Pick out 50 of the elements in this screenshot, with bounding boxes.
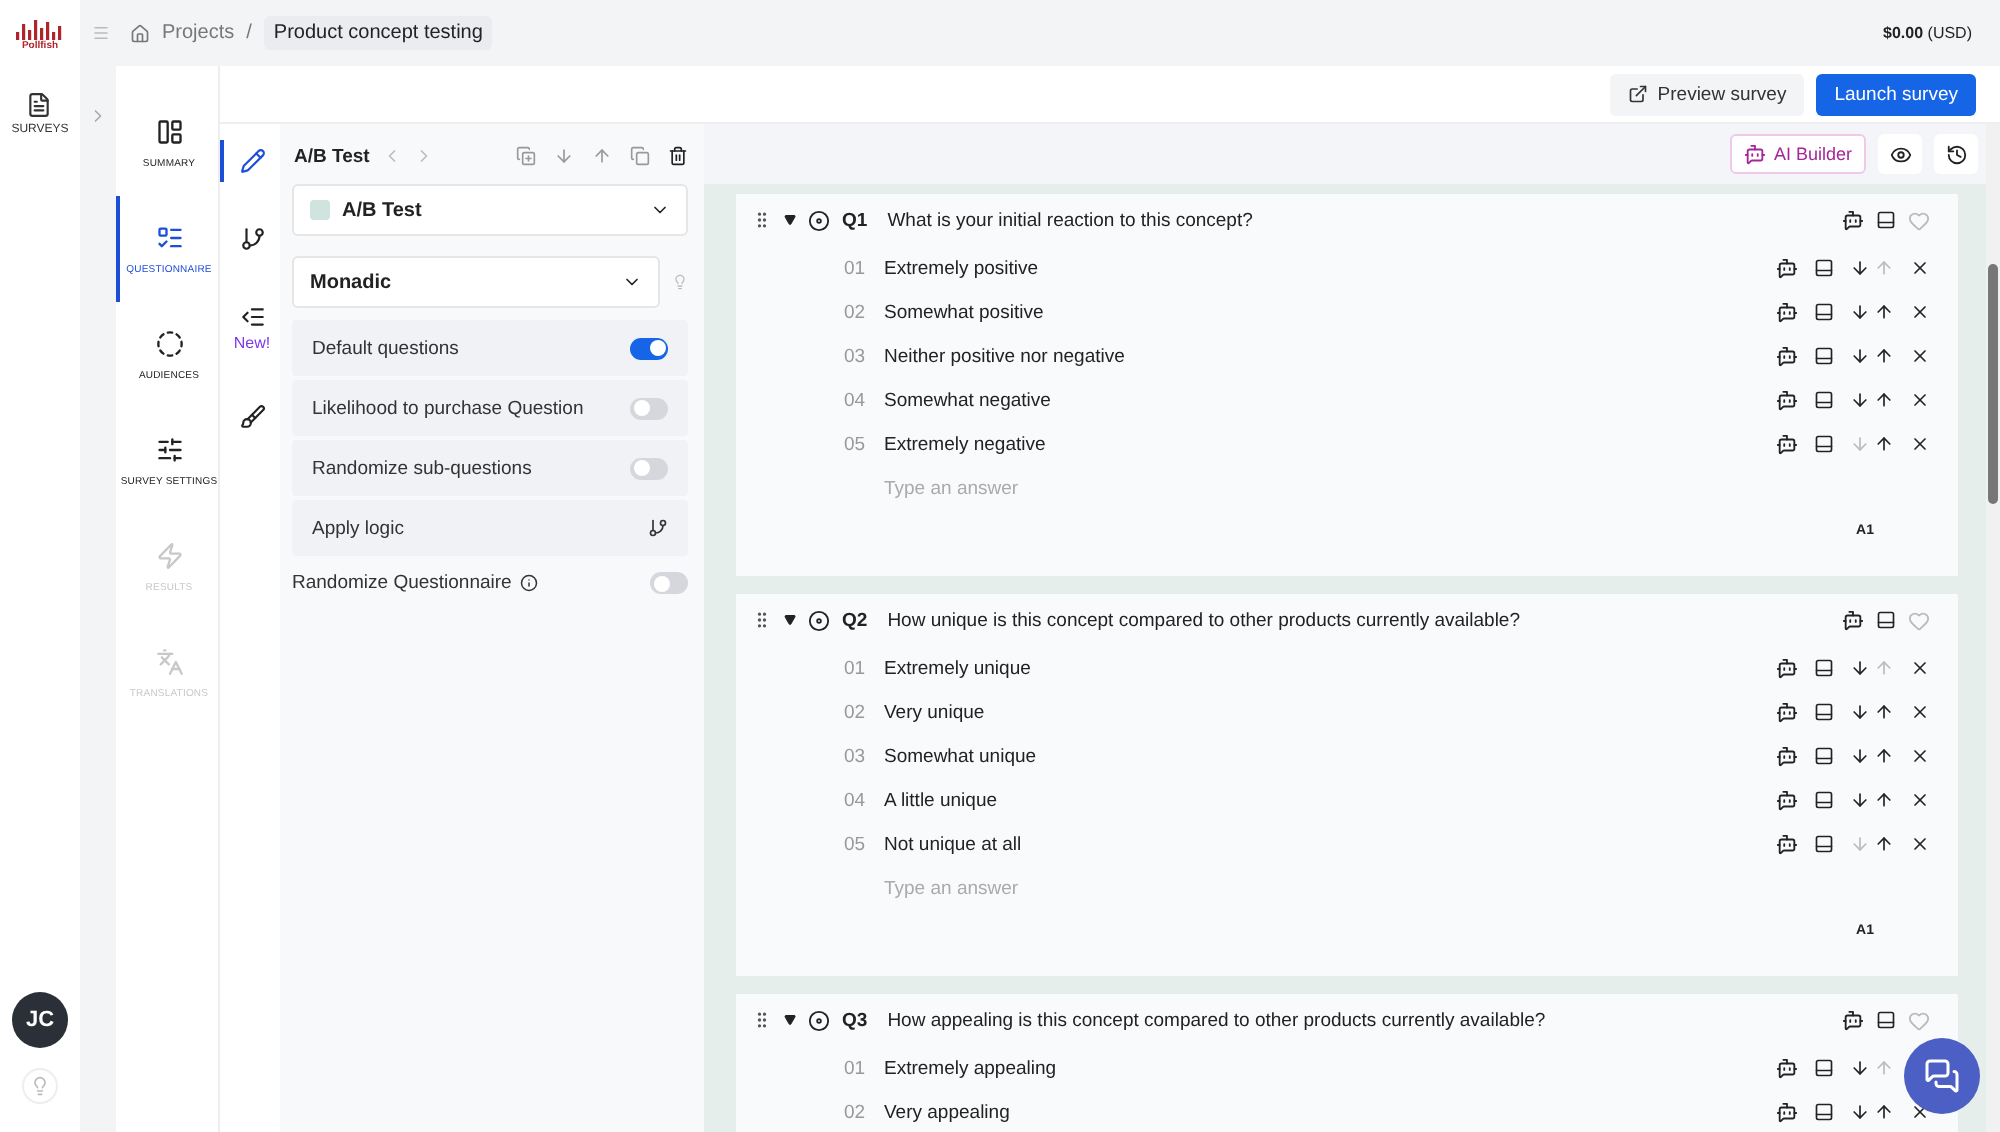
question-text[interactable]: What is your initial reaction to this concept? (887, 209, 1253, 231)
panel-title: A/B Test (294, 145, 370, 167)
answer-number: 03 (844, 345, 868, 367)
breadcrumb-item[interactable]: Projects (162, 22, 235, 44)
question-number: Q2 (842, 609, 868, 631)
answer-number: 01 (844, 1057, 868, 1079)
answer-number: 01 (844, 257, 868, 279)
breadcrumb-separator: / (246, 22, 252, 44)
option-label: Apply logic (312, 517, 404, 539)
answer-number: 02 (844, 701, 868, 723)
option-label: Likelihood to purchase Question (312, 397, 584, 419)
answer-text[interactable]: Very appealing (884, 1101, 1010, 1123)
balance-text: $0.00 (USD) (1883, 24, 1972, 42)
answer-input[interactable]: Type an answer (884, 866, 1284, 910)
ai-builder-button[interactable]: AI Builder (1729, 134, 1866, 174)
answer-text[interactable]: Somewhat unique (884, 745, 1037, 767)
answer-number: 05 (844, 833, 868, 855)
answer-number: 03 (844, 745, 868, 767)
answer-number: 01 (844, 657, 868, 679)
answer-number: 04 (844, 389, 868, 411)
answer-text[interactable]: A little unique (884, 789, 998, 811)
preview-button[interactable]: Preview survey (1609, 73, 1805, 115)
answer-number: 02 (844, 301, 868, 323)
option-label: Default questions (312, 337, 459, 359)
answer-text[interactable]: Extremely negative (884, 433, 1046, 455)
question-number: Q1 (842, 209, 868, 231)
method-select[interactable]: Monadic (292, 256, 660, 308)
question-number: Q3 (842, 1009, 868, 1031)
answer-text[interactable]: Not unique at all (884, 833, 1022, 855)
answer-input[interactable]: Type an answer (884, 466, 1284, 510)
option-label: Randomize sub-questions (312, 457, 532, 479)
user-avatar[interactable]: JC (12, 992, 68, 1048)
answer-text[interactable]: Extremely positive (884, 257, 1039, 279)
answer-number: 04 (844, 789, 868, 811)
block-select[interactable]: A/B Test (292, 184, 688, 236)
answer-text[interactable]: Extremely appealing (884, 1057, 1057, 1079)
breadcrumb-item[interactable]: Product concept testing (263, 16, 493, 50)
answer-text[interactable]: Somewhat positive (884, 301, 1044, 323)
launch-button[interactable]: Launch survey (1816, 73, 1976, 115)
answer-text[interactable]: Neither positive nor negative (884, 345, 1125, 367)
answer-number: 02 (844, 1101, 868, 1123)
answer-number: 05 (844, 433, 868, 455)
answer-text[interactable]: Very unique (884, 701, 985, 723)
tool-tab[interactable]: New! (220, 296, 280, 360)
new-label: New! (233, 334, 271, 352)
question-text[interactable]: How appealing is this concept compared to other products currently available? (887, 1009, 1546, 1031)
answer-text[interactable]: Somewhat negative (884, 389, 1051, 411)
option-label: Randomize Questionnaire (292, 572, 512, 594)
question-text[interactable]: How unique is this concept compared to other products currently available? (887, 609, 1520, 631)
answer-text[interactable]: Extremely unique (884, 657, 1031, 679)
